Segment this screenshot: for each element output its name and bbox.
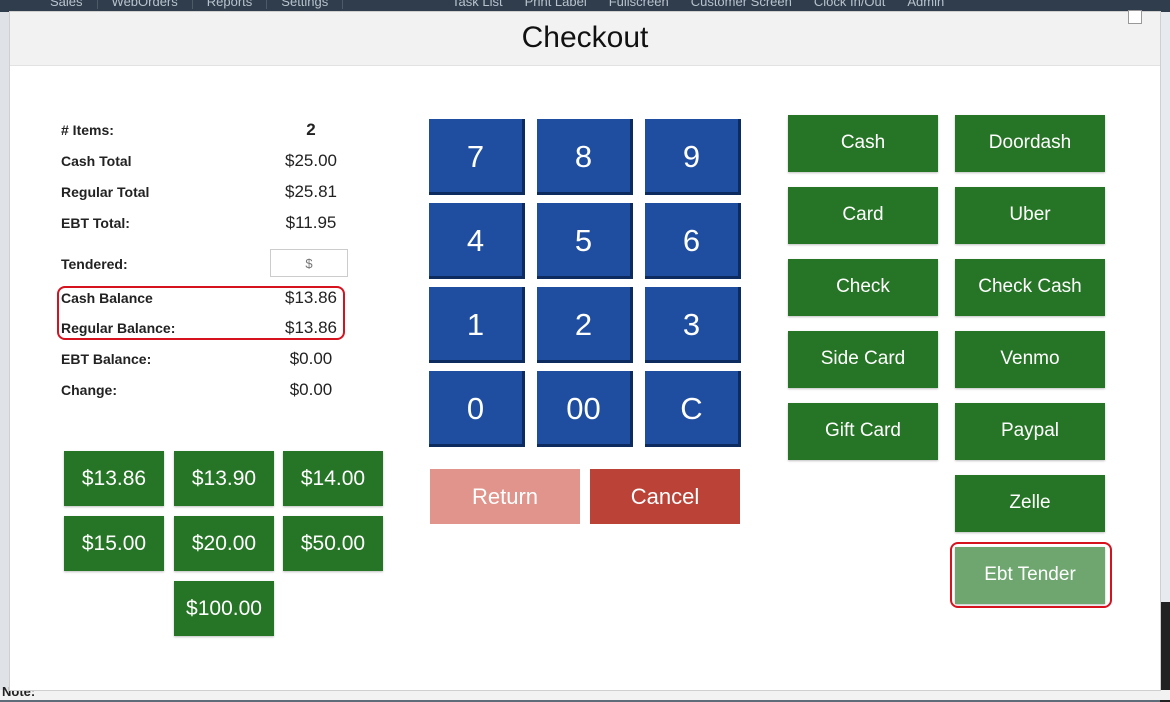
payment-paypal-button[interactable]: Paypal [955,403,1105,460]
change-value: $0.00 [289,380,333,399]
ebt-balance-value: $0.00 [289,349,333,368]
nav-print-label[interactable]: Print Label [525,0,587,9]
regular-total-label: Regular Total [61,184,150,200]
return-button[interactable]: Return [430,469,580,524]
items-row: # Items: 2 [61,120,351,142]
nav-fullscreen[interactable]: Fullscreen [609,0,669,9]
nav-reports[interactable]: Reports [193,0,268,9]
nav-admin[interactable]: Admin [907,0,944,9]
background-dark-bar [1160,602,1170,702]
cash-total-value: $25.00 [285,151,337,170]
quick-amount-button[interactable]: $100.00 [174,581,274,636]
quick-amount-button[interactable]: $50.00 [283,516,383,571]
modal-title: Checkout [521,21,649,54]
keypad-key-6[interactable]: 6 [645,203,741,279]
background-top-bar: Sales WebOrders Reports Settings Task Li… [0,0,1170,12]
ebt-total-value: $11.95 [285,213,337,232]
payment-side-card-button[interactable]: Side Card [788,331,938,388]
payment-cash-button[interactable]: Cash [788,115,938,172]
nav-customer-screen[interactable]: Customer Screen [691,0,792,9]
keypad-key-4[interactable]: 4 [429,203,525,279]
tendered-input[interactable] [270,249,348,277]
keypad-key-9[interactable]: 9 [645,119,741,195]
ebt-total-label: EBT Total: [61,215,130,231]
change-label: Change: [61,382,117,398]
payment-card-button[interactable]: Card [788,187,938,244]
cash-total-row: Cash Total $25.00 [61,151,351,173]
nav-settings[interactable]: Settings [267,0,344,9]
keypad-key-3[interactable]: 3 [645,287,741,363]
background-bottom-strip [0,690,1170,700]
checkout-modal: Checkout # Items: 2 Cash Total $25.00 Re… [10,10,1160,690]
payment-zelle-button[interactable]: Zelle [955,475,1105,532]
keypad-key-1[interactable]: 1 [429,287,525,363]
keypad-key-00[interactable]: 00 [537,371,633,447]
quick-amount-button[interactable]: $15.00 [64,516,164,571]
nav-weborders[interactable]: WebOrders [98,0,193,9]
payment-doordash-button[interactable]: Doordash [955,115,1105,172]
background-right-edge [1160,12,1170,702]
nav-sales[interactable]: Sales [36,0,98,9]
payment-check-button[interactable]: Check [788,259,938,316]
close-icon[interactable] [1128,10,1142,24]
payment-gift-card-button[interactable]: Gift Card [788,403,938,460]
ebt-balance-label: EBT Balance: [61,351,152,367]
keypad-key-2[interactable]: 2 [537,287,633,363]
payment-uber-button[interactable]: Uber [955,187,1105,244]
change-row: Change: $0.00 [61,380,351,402]
quick-amount-button[interactable]: $13.86 [64,451,164,506]
ebt-total-row: EBT Total: $11.95 [61,213,351,235]
tendered-label: Tendered: [61,256,128,272]
nav-clock-in-out[interactable]: Clock In/Out [814,0,886,9]
payment-check-cash-button[interactable]: Check Cash [955,259,1105,316]
quick-amount-button[interactable]: $20.00 [174,516,274,571]
quick-amount-button[interactable]: $14.00 [283,451,383,506]
keypad-key-5[interactable]: 5 [537,203,633,279]
background-left-edge [0,12,10,700]
items-value: 2 [306,120,316,139]
ebt-balance-row: EBT Balance: $0.00 [61,349,351,371]
balance-highlight-outline [57,286,345,340]
ebt-tender-highlight-outline [950,542,1112,608]
cancel-button[interactable]: Cancel [590,469,740,524]
keypad-key-0[interactable]: 0 [429,371,525,447]
nav-task-list[interactable]: Task List [452,0,503,9]
regular-total-value: $25.81 [285,182,337,201]
items-label: # Items: [61,122,114,138]
keypad-key-7[interactable]: 7 [429,119,525,195]
keypad-key-clear[interactable]: C [645,371,741,447]
quick-amount-button[interactable]: $13.90 [174,451,274,506]
keypad-key-8[interactable]: 8 [537,119,633,195]
regular-total-row: Regular Total $25.81 [61,182,351,204]
cash-total-label: Cash Total [61,153,132,169]
payment-venmo-button[interactable]: Venmo [955,331,1105,388]
